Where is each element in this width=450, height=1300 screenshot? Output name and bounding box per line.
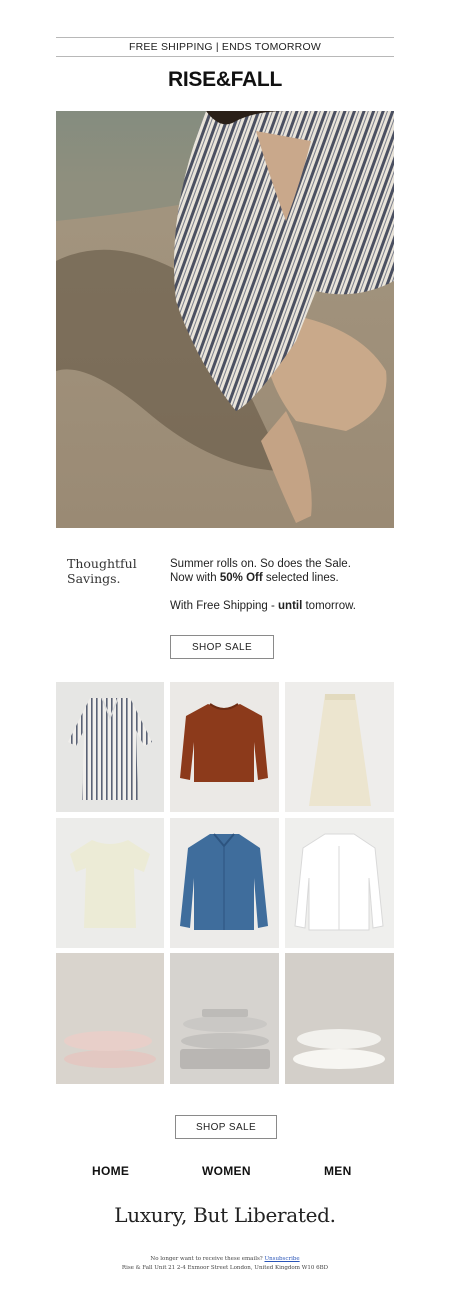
shop-sale-button-primary[interactable]: SHOP SALE bbox=[170, 635, 274, 659]
white-shirt-image bbox=[294, 833, 384, 931]
product-tile-rust-sweater[interactable] bbox=[170, 682, 279, 812]
footer-address: Rise & Fall Unit 21 2-4 Exmoor Street Lo… bbox=[121, 1265, 329, 1271]
product-tile-white-pillows[interactable] bbox=[285, 953, 394, 1084]
shop-sale-label: SHOP SALE bbox=[191, 641, 253, 653]
shop-sale-button-secondary[interactable]: SHOP SALE bbox=[175, 1115, 277, 1139]
hero-photo-illustration bbox=[56, 111, 394, 528]
intro-paragraph: Summer rolls on. So does the Sale. Now w… bbox=[170, 557, 390, 585]
product-tile-striped-dress[interactable] bbox=[56, 682, 164, 812]
striped-shirt-dress-image bbox=[68, 697, 152, 800]
product-tile-denim-shirt[interactable] bbox=[170, 818, 279, 948]
intro-line3-suffix: tomorrow. bbox=[302, 600, 356, 612]
denim-shirt-image bbox=[180, 833, 268, 930]
product-tile-grey-bedding[interactable] bbox=[170, 953, 279, 1084]
intro-line3-prefix: With Free Shipping - bbox=[170, 600, 279, 612]
rust-sweater-image bbox=[180, 703, 268, 782]
intro-heading-line2: Savings. bbox=[67, 571, 121, 586]
product-tile-cream-skirt[interactable] bbox=[285, 682, 394, 812]
intro-shipping-paragraph: With Free Shipping - until tomorrow. bbox=[170, 599, 390, 613]
intro-line2-prefix: Now with bbox=[170, 572, 220, 584]
announcement-text: FREE SHIPPING | ENDS TOMORROW bbox=[129, 41, 321, 53]
announcement-bar: FREE SHIPPING | ENDS TOMORROW bbox=[56, 37, 394, 57]
white-pillows-image bbox=[285, 953, 394, 1084]
unsubscribe-link[interactable]: Unsubscribe bbox=[264, 1256, 299, 1262]
product-tile-pink-pillows[interactable] bbox=[56, 953, 164, 1084]
intro-line2-bold: 50% Off bbox=[219, 572, 263, 584]
intro-line2-suffix: selected lines. bbox=[262, 572, 339, 584]
unsubscribe-line: No longer want to receive these emails? … bbox=[0, 1256, 450, 1262]
cream-skirt-image bbox=[309, 694, 371, 806]
nav-link-home[interactable]: HOME bbox=[92, 1164, 129, 1178]
grey-bedding-stack-image bbox=[170, 953, 279, 1084]
nav-link-men[interactable]: MEN bbox=[324, 1164, 352, 1178]
cream-tshirt-image bbox=[70, 840, 150, 928]
product-tile-white-shirt[interactable] bbox=[285, 818, 394, 948]
intro-copy: Summer rolls on. So does the Sale. Now w… bbox=[170, 557, 390, 627]
brand-tagline: Luxury, But Liberated. bbox=[114, 1203, 336, 1227]
intro-heading: Thoughtful Savings. bbox=[67, 556, 157, 586]
logo-text: RISE&FALL bbox=[168, 68, 282, 91]
shop-sale-label: SHOP SALE bbox=[195, 1121, 257, 1133]
nav-link-women[interactable]: WOMEN bbox=[202, 1164, 251, 1178]
product-tile-cream-tshirt[interactable] bbox=[56, 818, 164, 948]
intro-heading-line1: Thoughtful bbox=[67, 556, 137, 571]
intro-line3-bold: until bbox=[278, 600, 303, 612]
unsubscribe-prompt: No longer want to receive these emails? bbox=[150, 1256, 265, 1262]
hero-image[interactable] bbox=[56, 111, 394, 528]
pink-pillows-image bbox=[56, 953, 164, 1084]
intro-line1: Summer rolls on. So does the Sale. bbox=[170, 558, 351, 570]
brand-logo[interactable]: RISE&FALL bbox=[0, 68, 450, 92]
